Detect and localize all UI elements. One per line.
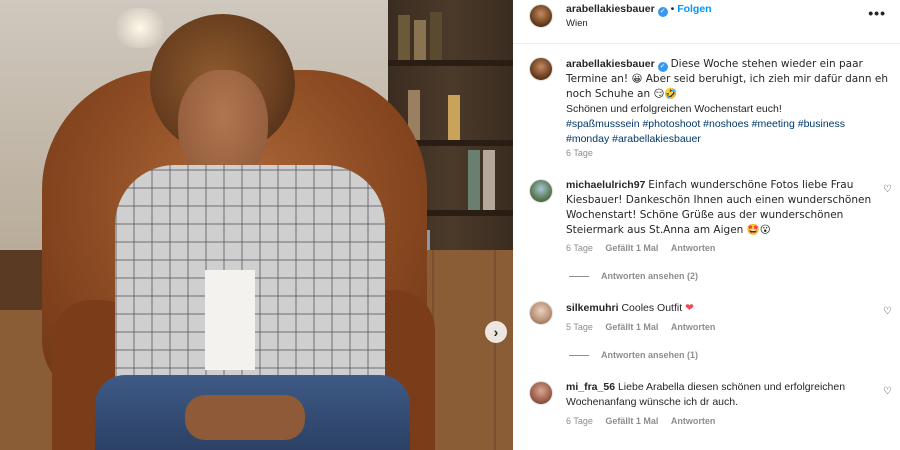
replies-line: [569, 276, 589, 278]
reply-button[interactable]: Antworten: [671, 243, 716, 253]
comments-panel: arabellakiesbauer ✓ • Folgen Wien ••• ar…: [513, 0, 900, 450]
view-replies-label: Antworten ansehen (1): [601, 350, 699, 360]
comment-likes[interactable]: Gefällt 1 Mal: [605, 416, 658, 426]
reply-button[interactable]: Antworten: [671, 416, 716, 426]
view-replies-label: Antworten ansehen (2): [601, 271, 699, 281]
photo-person-hands: [185, 395, 305, 440]
post-header: arabellakiesbauer ✓ • Folgen Wien •••: [513, 0, 900, 44]
comment-likes[interactable]: Gefällt 1 Mal: [605, 243, 658, 253]
caption: arabellakiesbauer ✓ Diese Woche stehen w…: [566, 57, 888, 147]
photo-person-shirt: [205, 270, 255, 370]
comment-text: Cooles Outfit: [621, 302, 683, 314]
comment-avatar[interactable]: [529, 179, 553, 203]
comment-avatar[interactable]: [529, 301, 553, 325]
reply-button[interactable]: Antworten: [671, 322, 716, 332]
caption-verified-icon: ✓: [657, 62, 668, 72]
verified-icon: ✓: [657, 7, 668, 17]
caption-time[interactable]: 6 Tage: [566, 148, 593, 158]
header-user-line: arabellakiesbauer ✓ • Folgen: [566, 3, 712, 17]
comment-likes[interactable]: Gefällt 1 Mal: [605, 322, 658, 332]
comment: michaelulrich97 Einfach wunderschöne Fot…: [566, 178, 876, 238]
comment-time[interactable]: 5 Tage: [566, 322, 593, 332]
post-location[interactable]: Wien: [566, 18, 588, 29]
comment-username[interactable]: mi_fra_56: [566, 381, 615, 393]
caption-meta: 6 Tage: [566, 148, 603, 158]
like-comment-icon[interactable]: ♡: [883, 386, 892, 397]
caption-hashtags[interactable]: #spaßmusssein #photoshoot #noshoes #meet…: [566, 118, 845, 145]
caption-username[interactable]: arabellakiesbauer: [566, 58, 655, 70]
comment: silkemuhri Cooles Outfit ❤: [566, 301, 888, 316]
header-separator: •: [670, 3, 675, 15]
comment-username[interactable]: silkemuhri: [566, 302, 619, 314]
caption-avatar[interactable]: [529, 57, 553, 81]
post-photo[interactable]: ›: [0, 0, 513, 450]
comment-avatar[interactable]: [529, 381, 553, 405]
author-avatar[interactable]: [529, 4, 553, 28]
view-replies-button[interactable]: Antworten ansehen (1): [569, 350, 698, 360]
comment: mi_fra_56 Liebe Arabella diesen schönen …: [566, 380, 876, 410]
comment-username[interactable]: michaelulrich97: [566, 179, 645, 191]
replies-line: [569, 355, 589, 357]
like-comment-icon[interactable]: ♡: [883, 306, 892, 317]
next-image-button[interactable]: ›: [485, 321, 507, 343]
view-replies-button[interactable]: Antworten ansehen (2): [569, 271, 698, 281]
follow-button[interactable]: Folgen: [677, 3, 711, 15]
like-comment-icon[interactable]: ♡: [883, 184, 892, 195]
comment-time[interactable]: 6 Tage: [566, 416, 593, 426]
red-heart-emoji: ❤: [685, 302, 694, 314]
comment-time[interactable]: 6 Tage: [566, 243, 593, 253]
more-options-icon[interactable]: •••: [868, 5, 886, 21]
comment-meta: 5 Tage Gefällt 1 Mal Antworten: [566, 322, 725, 332]
comment-meta: 6 Tage Gefällt 1 Mal Antworten: [566, 243, 725, 253]
comment-meta: 6 Tage Gefällt 1 Mal Antworten: [566, 416, 725, 426]
photo-lamp: [110, 8, 170, 48]
caption-line2: Schönen und erfolgreichen Wochenstart eu…: [566, 103, 782, 115]
header-username[interactable]: arabellakiesbauer: [566, 3, 655, 15]
